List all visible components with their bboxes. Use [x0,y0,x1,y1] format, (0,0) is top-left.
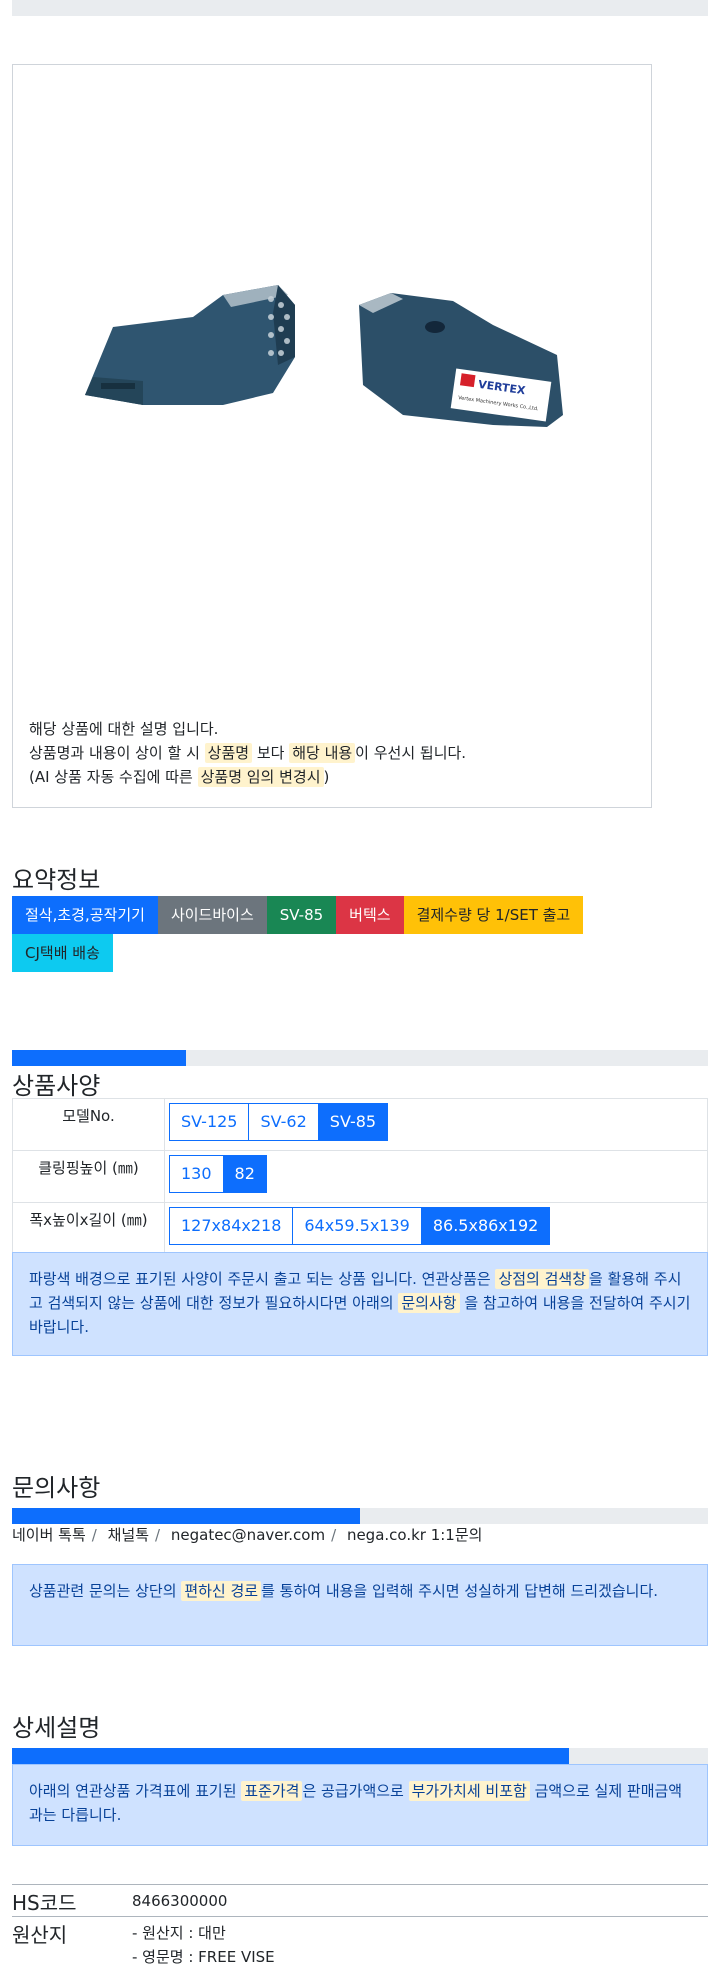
product-card: VERTEX Vertex Machinery Works Co.,Ltd. 해… [12,64,652,808]
option-82[interactable]: 82 [222,1155,267,1193]
highlight-vat-excluded: 부가가치세 비포함 [408,1781,530,1801]
option-sv-62[interactable]: SV-62 [248,1103,319,1141]
spec-row-dimensions: 폭x높이x길이 (㎜) 127x84x218 64x59.5x139 86.5x… [12,1202,708,1255]
dimension-options: 127x84x218 64x59.5x139 86.5x86x192 [169,1207,703,1245]
origin-label: 원산지 [12,1923,68,1947]
top-divider-bar [12,0,708,16]
product-image: VERTEX Vertex Machinery Works Co.,Ltd. [85,285,563,427]
option-64x59-5x139[interactable]: 64x59.5x139 [292,1207,422,1245]
origin-row: 원산지 - 원산지 : 대만 - 영문명 : FREE VISE [12,1916,708,1968]
spec-row-clamping-height: 클링핑높이 (㎜) 130 82 [12,1150,708,1203]
right-vise-jaw: VERTEX Vertex Machinery Works Co.,Ltd. [359,293,563,427]
highlight-standard-price: 표준가격 [241,1781,303,1801]
detail-progress-bar [12,1748,708,1764]
tag-quantity[interactable]: 결제수량 당 1/SET 출고 [403,896,584,934]
channel-naver-talk[interactable]: 네이버 톡톡 [12,1526,86,1544]
specs-progress-fill [12,1050,186,1066]
spec-label-dimensions: 폭x높이x길이 (㎜) [12,1202,165,1255]
detail-notice: 아래의 연관상품 가격표에 표기된 표준가격 은 공급가액으로 부가가치세 비포함… [12,1764,708,1846]
description-line-1: 해당 상품에 대한 설명 입니다. [29,720,219,738]
highlight-convenient-route: 편하신 경로 [181,1581,262,1601]
detail-title: 상세설명 [12,1714,101,1742]
inquiry-progress-fill [12,1508,360,1524]
tag-brand[interactable]: 버텍스 [336,896,404,934]
spec-row-model: 모델No. SV-125 SV-62 SV-85 [12,1098,708,1151]
inquiry-progress-bar [12,1508,708,1524]
hs-code-value: 8466300000 [132,1892,228,1910]
option-86-5x86x192[interactable]: 86.5x86x192 [420,1207,551,1245]
option-127x84x218[interactable]: 127x84x218 [169,1207,294,1245]
hs-code-row: HS코드 8466300000 [12,1884,708,1916]
option-sv-85[interactable]: SV-85 [317,1103,389,1141]
channel-email[interactable]: negatec@naver.com [171,1526,325,1544]
left-vise-jaw [85,285,295,405]
highlight-content: 해당 내용 [289,743,356,763]
origin-value: - 원산지 : 대만 - 영문명 : FREE VISE [132,1921,275,1968]
channel-chat[interactable]: 채널톡 [108,1526,149,1544]
highlight-search-box: 상점의 검색창 [495,1269,590,1289]
tag-category[interactable]: 절삭,초경,공작기기 [12,896,158,934]
highlight-inquiry: 문의사항 [398,1293,460,1313]
detail-progress-fill [12,1748,569,1764]
summary-title: 요약정보 [12,866,101,894]
specs-table: 모델No. SV-125 SV-62 SV-85 클링핑높이 (㎜) 130 8… [12,1098,708,1255]
tag-subcategory[interactable]: 사이드바이스 [157,896,267,934]
tag-model[interactable]: SV-85 [266,896,337,934]
hs-code-label: HS코드 [12,1891,77,1915]
option-130[interactable]: 130 [169,1155,224,1193]
specs-notice: 파랑색 배경으로 표기된 사양이 주문시 출고 되는 상품 입니다. 연관상품은… [12,1252,708,1356]
description-line-3: (AI 상품 자동 수집에 따른 상품명 임의 변경시) [29,767,330,787]
spec-label-clamping-height: 클링핑높이 (㎜) [12,1150,165,1203]
inquiry-channels: 네이버 톡톡 / 채널톡 / negatec@naver.com / nega.co.… [12,1526,483,1544]
clamping-height-options: 130 82 [169,1155,703,1193]
specs-title: 상품사양 [12,1072,101,1100]
tag-shipping[interactable]: CJ택배 배송 [12,934,113,972]
origin-country: - 원산지 : 대만 [132,1924,226,1942]
highlight-product-name: 상품명 [204,743,253,763]
option-sv-125[interactable]: SV-125 [169,1103,250,1141]
description-line-2: 상품명과 내용이 상이 할 시 상품명 보다 해당 내용 이 우선시 됩니다. [29,743,467,763]
spec-label-model: 모델No. [12,1098,165,1151]
inquiry-title: 문의사항 [12,1474,101,1502]
model-options: SV-125 SV-62 SV-85 [169,1103,703,1141]
highlight-name-change: 상품명 임의 변경시 [197,767,324,787]
channel-website-inquiry[interactable]: nega.co.kr 1:1문의 [347,1526,483,1544]
summary-tags: 절삭,초경,공작기기 사이드바이스 SV-85 버텍스 결제수량 당 1/SET… [12,896,632,972]
specs-progress-bar [12,1050,708,1066]
origin-english-name: - 영문명 : FREE VISE [132,1948,275,1966]
inquiry-notice: 상품관련 문의는 상단의 편하신 경로 를 통하여 내용을 입력해 주시면 성실하… [12,1564,708,1646]
product-description: 해당 상품에 대한 설명 입니다. 상품명과 내용이 상이 할 시 상품명 보다… [29,717,466,789]
